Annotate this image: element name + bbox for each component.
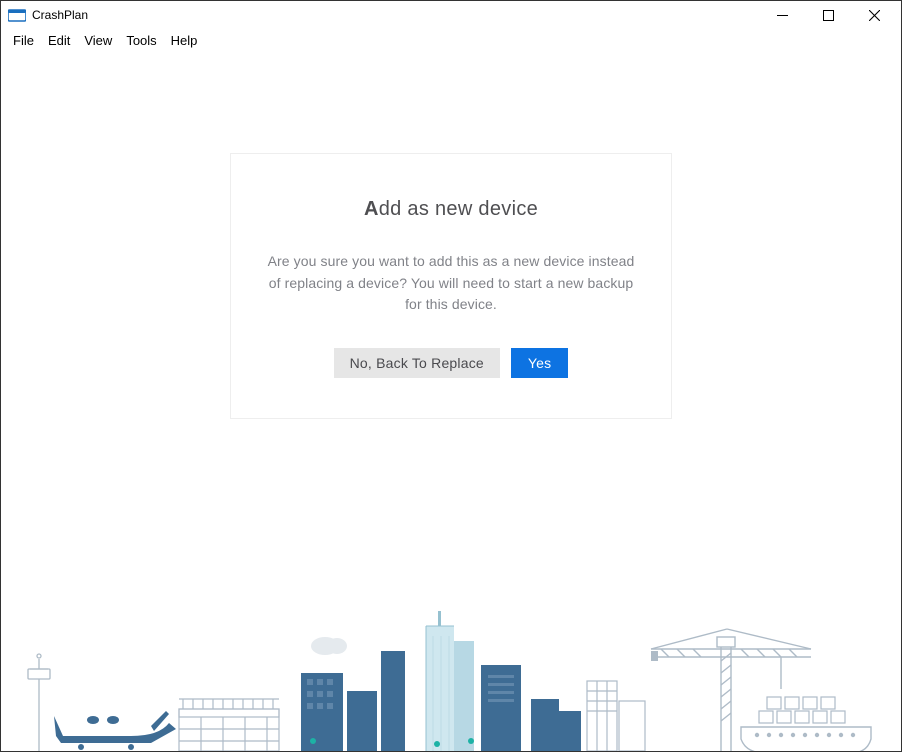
menu-view[interactable]: View [78,32,118,49]
dialog-buttons: No, Back To Replace Yes [261,348,641,378]
menu-tools[interactable]: Tools [120,32,162,49]
main-content: Add as new device Are you sure you want … [1,51,901,751]
window-controls [759,1,897,29]
menu-file[interactable]: File [7,32,40,49]
minimize-button[interactable] [759,1,805,29]
titlebar: CrashPlan [1,1,901,29]
confirm-dialog: Add as new device Are you sure you want … [230,153,672,419]
no-back-to-replace-button[interactable]: No, Back To Replace [334,348,500,378]
menu-help[interactable]: Help [165,32,204,49]
maximize-button[interactable] [805,1,851,29]
menubar: File Edit View Tools Help [1,29,901,51]
yes-button[interactable]: Yes [511,348,568,378]
window-title: CrashPlan [32,8,759,22]
dialog-body: Are you sure you want to add this as a n… [261,251,641,316]
menu-edit[interactable]: Edit [42,32,76,49]
dialog-title: Add as new device [261,198,641,221]
close-button[interactable] [851,1,897,29]
app-icon [8,8,26,22]
